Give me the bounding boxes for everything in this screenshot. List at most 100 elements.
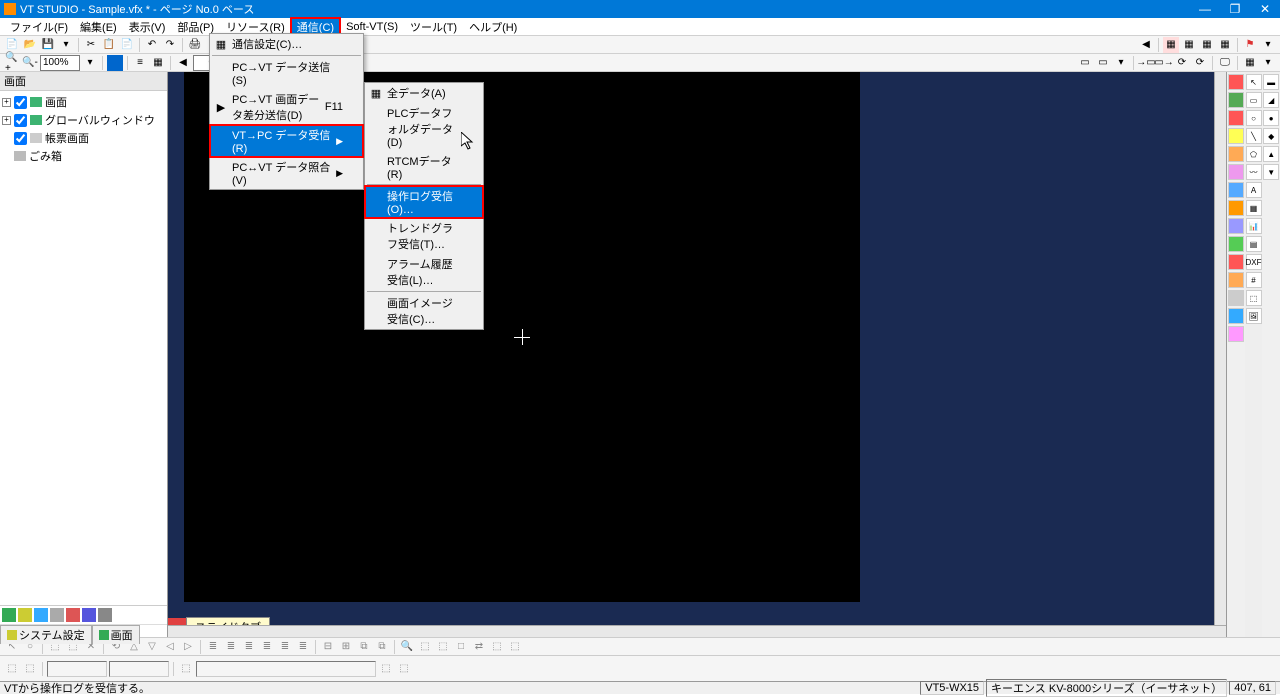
layer-b-icon[interactable]: ▭ [1095, 55, 1111, 71]
zoom-input[interactable] [40, 55, 80, 71]
sb-icon-5[interactable] [66, 608, 80, 622]
sb-icon-7[interactable] [98, 608, 112, 622]
tool-d-icon[interactable]: ▦ [1217, 37, 1233, 53]
dd-vt-pc-recv[interactable]: VT→PC データ受信(R)▶ [210, 125, 363, 157]
back-icon[interactable]: ◀ [1138, 37, 1154, 53]
shape-btn[interactable]: ▬ [1263, 74, 1279, 90]
monitor-icon[interactable]: 🖵 [1217, 55, 1233, 71]
sync2-icon[interactable]: ⟳ [1192, 55, 1208, 71]
dd-alarm[interactable]: アラーム履歴受信(L)… [365, 254, 483, 290]
flag-icon[interactable]: ⚑ [1242, 37, 1258, 53]
palette-btn[interactable] [1228, 326, 1244, 342]
paste-icon[interactable]: 📄 [119, 37, 135, 53]
menu-file[interactable]: ファイル(F) [4, 18, 74, 36]
save-icon[interactable]: 💾 [40, 37, 56, 53]
tool-b-icon[interactable]: ▦ [1181, 37, 1197, 53]
tree-label[interactable]: 帳票画面 [45, 130, 89, 146]
palette-btn[interactable] [1228, 236, 1244, 252]
tree-check[interactable] [14, 132, 27, 145]
palette-btn[interactable] [1228, 290, 1244, 306]
sb-icon-6[interactable] [82, 608, 96, 622]
tree[interactable]: +画面 +グローバルウィンドウ 帳票画面 ごみ箱 [0, 91, 167, 605]
print-icon[interactable]: 🖨 [187, 37, 203, 53]
dd-comm-setting[interactable]: ▦通信設定(C)… [210, 34, 363, 54]
recv-icon[interactable]: ▭→ [1156, 55, 1172, 71]
palette-btn[interactable] [1228, 146, 1244, 162]
tool-btn[interactable]: # [1246, 272, 1262, 288]
shape-btn[interactable]: ◆ [1263, 128, 1279, 144]
vertical-scrollbar[interactable] [1214, 72, 1226, 625]
bt-icon[interactable]: 🔍 [399, 639, 415, 655]
grid-icon[interactable]: ▦ [150, 55, 166, 71]
palette-btn[interactable] [1228, 92, 1244, 108]
tab-screen[interactable]: 画面 [92, 625, 140, 644]
minimize-button[interactable]: — [1190, 0, 1220, 18]
layer-dd-icon[interactable]: ▾ [1113, 55, 1129, 71]
tool-btn[interactable]: ▤ [1246, 236, 1262, 252]
tool-btn[interactable]: ▭ [1246, 92, 1262, 108]
shape-btn[interactable]: ▲ [1263, 146, 1279, 162]
tree-toggle[interactable]: + [2, 116, 11, 125]
menu-edit[interactable]: 編集(E) [74, 18, 123, 36]
palette-btn[interactable] [1228, 218, 1244, 234]
palette-btn[interactable] [1228, 128, 1244, 144]
dd-trend[interactable]: トレンドグラフ受信(T)… [365, 218, 483, 254]
undo-icon[interactable]: ↶ [144, 37, 160, 53]
tool-btn[interactable]: ▦ [1246, 200, 1262, 216]
sb-icon-2[interactable] [18, 608, 32, 622]
tree-label[interactable]: ごみ箱 [29, 148, 62, 164]
shape-btn[interactable]: ◢ [1263, 92, 1279, 108]
dropdown3-icon[interactable]: ▾ [1260, 37, 1276, 53]
align-icon[interactable]: ≡ [132, 55, 148, 71]
palette-btn[interactable] [1228, 182, 1244, 198]
new-icon[interactable]: 📄 [4, 37, 20, 53]
tool-btn[interactable]: ○ [1246, 110, 1262, 126]
dd-pc-vt-send[interactable]: PC→VT データ送信(S) [210, 57, 363, 89]
tool-btn[interactable]: 〰 [1246, 164, 1262, 180]
tree-toggle[interactable]: + [2, 98, 11, 107]
zoom-dd-icon[interactable]: ▾ [82, 55, 98, 71]
sb-icon-1[interactable] [2, 608, 16, 622]
color-icon[interactable] [107, 55, 123, 71]
tool-btn[interactable]: ⬚ [1246, 290, 1262, 306]
maximize-button[interactable]: ❐ [1220, 0, 1250, 18]
tool-btn[interactable]: ⬠ [1246, 146, 1262, 162]
tree-label[interactable]: グローバルウィンドウ [45, 112, 155, 128]
shape-btn[interactable]: ▼ [1263, 164, 1279, 180]
tool-c-icon[interactable]: ▦ [1199, 37, 1215, 53]
close-button[interactable]: ✕ [1250, 0, 1280, 18]
dd-plc-folder[interactable]: PLCデータフォルダデータ(D) [365, 103, 483, 151]
sb-icon-4[interactable] [50, 608, 64, 622]
tool-btn[interactable]: ↖ [1246, 74, 1262, 90]
misc-icon[interactable]: ▾ [1260, 55, 1276, 71]
palette-btn[interactable] [1228, 308, 1244, 324]
zoom-in-icon[interactable]: 🔍+ [4, 55, 20, 71]
dd-pc-vt-compare[interactable]: PC↔VT データ照合(V)▶ [210, 157, 363, 189]
tree-check[interactable] [14, 114, 27, 127]
tool-btn[interactable]: DXF [1246, 254, 1262, 270]
sb-icon-3[interactable] [34, 608, 48, 622]
tool-btn[interactable]: 🖼 [1246, 308, 1262, 324]
palette-btn[interactable] [1228, 272, 1244, 288]
table-icon[interactable]: ▦ [1242, 55, 1258, 71]
dd-screen-img[interactable]: 画面イメージ受信(C)… [365, 293, 483, 329]
cut-icon[interactable]: ✂ [83, 37, 99, 53]
tab-system[interactable]: システム設定 [0, 625, 92, 644]
tool-btn[interactable]: A [1246, 182, 1262, 198]
menu-softvt[interactable]: Soft-VT(S) [340, 20, 404, 34]
dd-rtcm[interactable]: RTCMデータ(R) [365, 151, 483, 183]
tool-btn[interactable]: ╲ [1246, 128, 1262, 144]
prev-icon[interactable]: ◀ [175, 55, 191, 71]
menu-view[interactable]: 表示(V) [123, 18, 172, 36]
tool-btn[interactable]: 📊 [1246, 218, 1262, 234]
dd-oplog[interactable]: 操作ログ受信(O)… [365, 186, 483, 218]
redo-icon[interactable]: ↷ [162, 37, 178, 53]
layer-a-icon[interactable]: ▭ [1077, 55, 1093, 71]
send-icon[interactable]: →▭ [1138, 55, 1154, 71]
copy-icon[interactable]: 📋 [101, 37, 117, 53]
shape-btn[interactable]: ● [1263, 110, 1279, 126]
menu-help[interactable]: ヘルプ(H) [463, 18, 523, 36]
horizontal-scrollbar[interactable] [168, 625, 1226, 637]
tool-a-icon[interactable]: ▦ [1163, 37, 1179, 53]
dropdown-icon[interactable]: ▾ [58, 37, 74, 53]
